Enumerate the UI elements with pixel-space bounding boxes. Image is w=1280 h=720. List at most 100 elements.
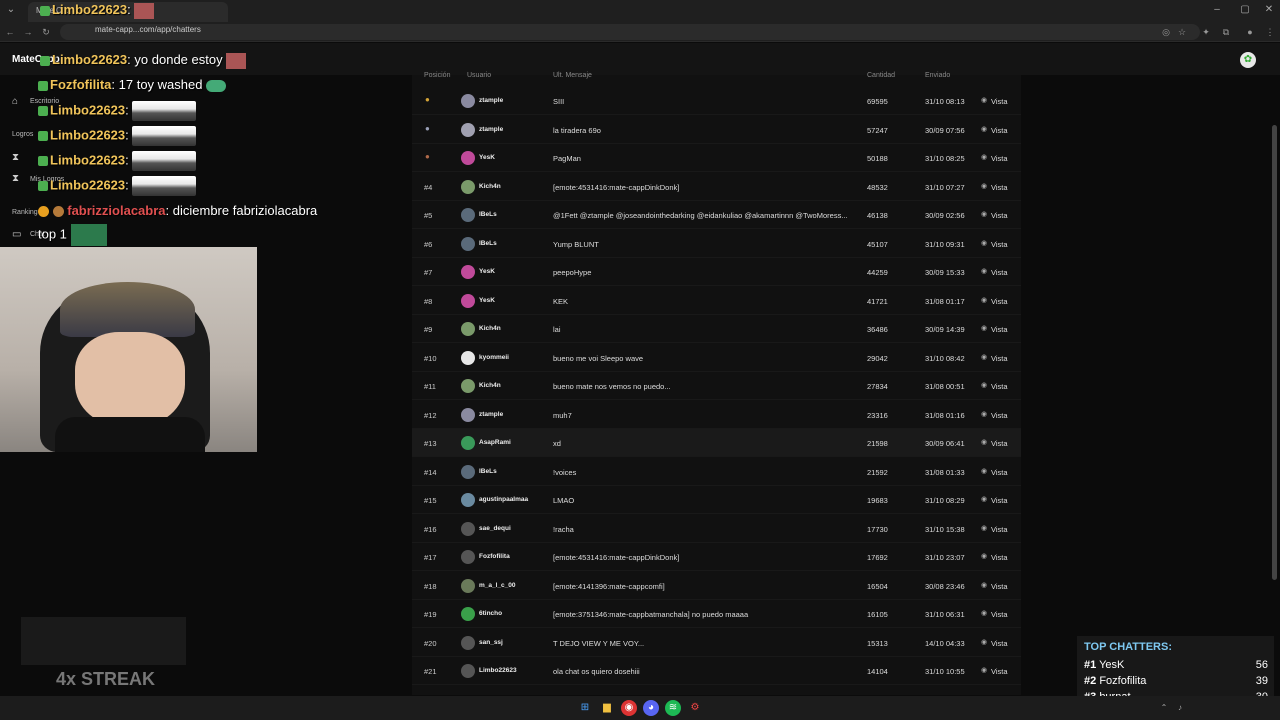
eye-off-icon[interactable]: ◎ (1160, 25, 1172, 39)
cell-username[interactable]: m_a_l_c_00 (479, 582, 516, 589)
table-row[interactable]: #11 Kich4n bueno mate nos vemos no puedo..… (412, 372, 1021, 400)
cell-username[interactable]: lBeLs (479, 468, 497, 475)
app-icon[interactable]: ⚙ (687, 700, 703, 716)
menu-icon[interactable]: ⋮ (1264, 25, 1276, 39)
header-posicion[interactable]: Posición (424, 72, 450, 79)
view-button[interactable]: Vista (991, 496, 1008, 505)
cell-username[interactable]: Fozfofilita (479, 553, 510, 560)
table-row[interactable]: #16 sae_dequi !racha 17730 31/10 15:38 ◉ Vista (412, 515, 1021, 543)
eye-icon[interactable]: ◉ (981, 353, 989, 361)
page-scrollbar[interactable] (1272, 125, 1277, 580)
eye-icon[interactable]: ◉ (981, 381, 989, 389)
table-row[interactable]: #7 YesK peepoHype 44259 30/09 15:33 ◉ Vista (412, 258, 1021, 286)
view-button[interactable]: Vista (991, 610, 1008, 619)
eye-icon[interactable]: ◉ (981, 609, 989, 617)
table-row[interactable]: ● YesK PagMan 50188 31/10 08:25 ◉ Vista (412, 144, 1021, 172)
view-button[interactable]: Vista (991, 154, 1008, 163)
table-row[interactable]: #6 lBeLs Yump BLUNT 45107 31/10 09:31 ◉ Vista (412, 230, 1021, 258)
eye-icon[interactable]: ◉ (981, 125, 989, 133)
cell-username[interactable]: YesK (479, 154, 495, 161)
eye-icon[interactable]: ◉ (981, 581, 989, 589)
table-row[interactable]: #15 agustinpaalmaa LMAO 19683 31/10 08:29 ◉ Vi… (412, 486, 1021, 514)
cell-username[interactable]: lBeLs (479, 240, 497, 247)
view-button[interactable]: Vista (991, 211, 1008, 220)
hourglass-icon[interactable]: ⧗ (12, 173, 19, 184)
eye-icon[interactable]: ◉ (981, 638, 989, 646)
view-button[interactable]: Vista (991, 126, 1008, 135)
table-row[interactable]: #5 lBeLs @1Fett @ztample @joseandointhedar… (412, 201, 1021, 229)
eye-icon[interactable]: ◉ (981, 410, 989, 418)
view-button[interactable]: Vista (991, 639, 1008, 648)
sidebar-item-logros[interactable]: Logros (12, 131, 33, 138)
table-row[interactable]: #10 kyommeii bueno me voi Sleepo wave 29042… (412, 344, 1021, 372)
cell-username[interactable]: Kich4n (479, 183, 501, 190)
chat-icon[interactable]: ▭ (12, 229, 21, 240)
eye-icon[interactable]: ◉ (981, 296, 989, 304)
eye-icon[interactable]: ◉ (981, 524, 989, 532)
cell-username[interactable]: Kich4n (479, 325, 501, 332)
cell-username[interactable]: ztample (479, 411, 503, 418)
table-row[interactable]: #20 san_ssj T DEJO VIEW Y ME VOY... 15313 14… (412, 629, 1021, 657)
eye-icon[interactable]: ◉ (981, 438, 989, 446)
discord-icon[interactable]: ◕ (643, 700, 659, 716)
table-row[interactable]: #13 AsapRami xd 21598 30/09 06:41 ◉ Vista (412, 429, 1021, 457)
view-button[interactable]: Vista (991, 268, 1008, 277)
cell-username[interactable]: ztample (479, 126, 503, 133)
header-enviado[interactable]: Enviado (925, 72, 950, 79)
view-button[interactable]: Vista (991, 525, 1008, 534)
view-button[interactable]: Vista (991, 411, 1008, 420)
table-row[interactable]: #12 ztample muh7 23316 31/08 01:16 ◉ Vista (412, 401, 1021, 429)
windows-start-icon[interactable]: ⊞ (577, 700, 593, 716)
cell-username[interactable]: 6tincho (479, 610, 502, 617)
view-button[interactable]: Vista (991, 354, 1008, 363)
view-button[interactable]: Vista (991, 97, 1008, 106)
view-button[interactable]: Vista (991, 582, 1008, 591)
view-button[interactable]: Vista (991, 382, 1008, 391)
view-button[interactable]: Vista (991, 553, 1008, 562)
forward-icon[interactable]: → (22, 25, 34, 39)
view-button[interactable]: Vista (991, 325, 1008, 334)
cell-username[interactable]: AsapRami (479, 439, 511, 446)
cell-username[interactable]: Kich4n (479, 382, 501, 389)
eye-icon[interactable]: ◉ (981, 552, 989, 560)
profile-icon[interactable]: ● (1244, 25, 1256, 39)
user-avatar[interactable]: ✿ (1240, 52, 1256, 68)
header-usuario[interactable]: Usuario (467, 72, 491, 79)
spotify-icon[interactable]: ≋ (665, 700, 681, 716)
eye-icon[interactable]: ◉ (981, 666, 989, 674)
cell-username[interactable]: YesK (479, 268, 495, 275)
view-button[interactable]: Vista (991, 468, 1008, 477)
eye-icon[interactable]: ◉ (981, 96, 989, 104)
eye-icon[interactable]: ◉ (981, 495, 989, 503)
back-icon[interactable]: ← (4, 25, 16, 39)
cell-username[interactable]: ztample (479, 97, 503, 104)
table-row[interactable]: #19 6tincho [emote:3751346:mate-cappbatman… (412, 600, 1021, 628)
cell-username[interactable]: agustinpaalmaa (479, 496, 528, 503)
table-row[interactable]: #18 m_a_l_c_00 [emote:4141396:mate-cappcom… (412, 572, 1021, 600)
cell-username[interactable]: kyommeii (479, 354, 509, 361)
chrome-icon[interactable]: ◉ (621, 700, 637, 716)
cell-username[interactable]: sae_dequi (479, 525, 511, 532)
cell-username[interactable]: lBeLs (479, 211, 497, 218)
cell-username[interactable]: Limbo22623 (479, 667, 517, 674)
tray-chevron-icon[interactable]: ⌃ (1156, 700, 1172, 716)
hourglass-icon[interactable]: ⧗ (12, 152, 19, 163)
file-explorer-icon[interactable]: ▆ (599, 700, 615, 716)
table-row[interactable]: #17 Fozfofilita [emote:4531416:mate-cappDi… (412, 543, 1021, 571)
close-icon[interactable]: ✕ (1262, 3, 1276, 17)
reload-icon[interactable]: ↻ (40, 25, 52, 39)
view-button[interactable]: Vista (991, 183, 1008, 192)
table-row[interactable]: #21 Limbo22623 ola chat os quiero dosehiii… (412, 657, 1021, 685)
eye-icon[interactable]: ◉ (981, 153, 989, 161)
bookmark-star-icon[interactable]: ☆ (1176, 25, 1188, 39)
puzzle-icon[interactable]: ⧉ (1220, 25, 1232, 39)
view-button[interactable]: Vista (991, 439, 1008, 448)
table-row[interactable]: ● ztample la tiradera 69o 57247 30/09 07:56 ◉… (412, 116, 1021, 144)
cell-username[interactable]: YesK (479, 297, 495, 304)
minimize-icon[interactable]: – (1210, 3, 1224, 17)
home-icon[interactable]: ⌂ (12, 96, 18, 107)
cell-username[interactable]: san_ssj (479, 639, 503, 646)
table-row[interactable]: ● ztample SIII 69595 31/10 08:13 ◉ Vista (412, 87, 1021, 115)
header-ultimo-mensaje[interactable]: Ult. Mensaje (553, 72, 592, 79)
table-row[interactable]: #9 Kich4n lai 36486 30/09 14:39 ◉ Vista (412, 315, 1021, 343)
